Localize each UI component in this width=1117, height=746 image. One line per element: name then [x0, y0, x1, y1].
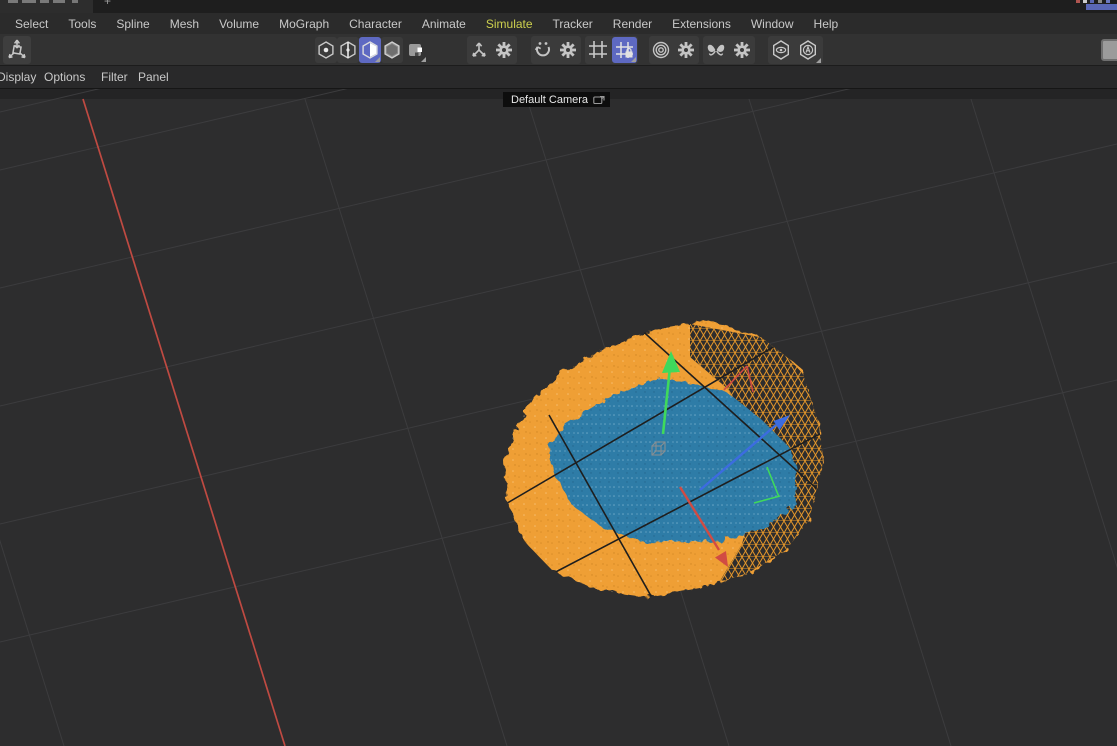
terrain-mesh-object[interactable] [455, 288, 870, 603]
edges-mode-icon [337, 38, 359, 62]
rotate-snap-settings-gear-icon[interactable] [556, 36, 580, 64]
symmetry-group [703, 36, 755, 64]
edges-mode-button[interactable] [337, 37, 359, 63]
rotate-snap-group [531, 36, 581, 64]
view-mode-group [768, 36, 823, 64]
clipped-toolbar-icon[interactable] [1101, 39, 1117, 61]
soft-selection-group [649, 36, 699, 64]
main-menu-bar: Select Tools Spline Mesh Volume MoGraph … [0, 13, 1117, 34]
clipped-title-fragment [53, 0, 65, 3]
auto-mode-hex-a-icon [795, 36, 821, 64]
close-icon[interactable] [72, 0, 78, 3]
menu-extensions[interactable]: Extensions [662, 17, 741, 31]
move-tool-icon [3, 36, 31, 64]
camera-swap-icon[interactable] [593, 94, 606, 105]
vp-menu-display[interactable]: Display [0, 70, 36, 84]
mode-toolbar [0, 34, 1117, 66]
menu-mograph[interactable]: MoGraph [269, 17, 339, 31]
menu-spline[interactable]: Spline [106, 17, 159, 31]
viewport-menu-bar: Display Options Filter Panel [0, 66, 1117, 89]
menu-select[interactable]: Select [5, 17, 58, 31]
menu-simulate[interactable]: Simulate [476, 17, 543, 31]
menu-render[interactable]: Render [603, 17, 662, 31]
menu-window[interactable]: Window [741, 17, 804, 31]
model-mode-button[interactable] [381, 37, 403, 63]
clipped-title-fragment [8, 0, 18, 3]
layout-accent-bar[interactable] [1086, 4, 1117, 10]
clipped-pixels [1090, 0, 1094, 3]
clipped-pixels [1076, 0, 1080, 3]
vp-menu-filter[interactable]: Filter [101, 70, 128, 84]
menu-animate[interactable]: Animate [412, 17, 476, 31]
camera-label-bar[interactable]: Default Camera [503, 92, 610, 107]
enable-axis-icon[interactable] [467, 36, 491, 64]
texture-mode-icon [405, 38, 427, 62]
new-tab-plus-icon[interactable]: + [104, 0, 118, 12]
vp-menu-options[interactable]: Options [44, 70, 85, 84]
clipped-pixels [1083, 0, 1087, 3]
snap-grid-group [585, 36, 638, 64]
clipped-pixels [1098, 0, 1102, 3]
x-axis-line [83, 99, 285, 746]
viewport-solo-hex-eye-icon[interactable] [768, 36, 794, 64]
quantize-lock-icon [612, 38, 637, 62]
viewport-scene [0, 89, 1117, 746]
symmetry-settings-gear-icon[interactable] [730, 36, 754, 64]
soft-selection-settings-gear-icon[interactable] [674, 36, 698, 64]
clipped-pixels [1106, 0, 1110, 3]
document-tab[interactable] [0, 0, 93, 13]
vp-menu-panel[interactable]: Panel [138, 70, 169, 84]
clipped-title-fragment [22, 0, 36, 3]
axis-tool-group [467, 36, 517, 64]
menu-tracker[interactable]: Tracker [543, 17, 603, 31]
tab-strip: + [0, 0, 1117, 13]
camera-label: Default Camera [511, 94, 588, 106]
menu-mesh[interactable]: Mesh [160, 17, 209, 31]
polygons-mode-icon [359, 38, 381, 62]
points-mode-icon [315, 38, 337, 62]
quantize-lock-button[interactable] [612, 37, 637, 63]
move-tool-button[interactable] [3, 36, 31, 64]
menu-help[interactable]: Help [804, 17, 849, 31]
symmetry-icon[interactable] [703, 36, 729, 64]
rotate-snap-icon[interactable] [531, 36, 555, 64]
menu-volume[interactable]: Volume [209, 17, 269, 31]
cinema4d-window: + Select Tools Spline Mesh Volume MoGrap… [0, 0, 1117, 746]
texture-mode-button[interactable] [405, 37, 427, 63]
model-mode-icon [381, 38, 403, 62]
soft-selection-icon[interactable] [649, 36, 673, 64]
points-mode-button[interactable] [315, 37, 337, 63]
menu-character[interactable]: Character [339, 17, 412, 31]
menu-tools[interactable]: Tools [58, 17, 106, 31]
viewport-3d[interactable]: Default Camera [0, 89, 1117, 746]
grid-snap-icon[interactable] [585, 36, 611, 64]
auto-mode-button[interactable] [795, 36, 822, 64]
axis-settings-gear-icon[interactable] [492, 36, 516, 64]
clipped-title-fragment [40, 0, 49, 3]
polygons-mode-button[interactable] [359, 37, 381, 63]
